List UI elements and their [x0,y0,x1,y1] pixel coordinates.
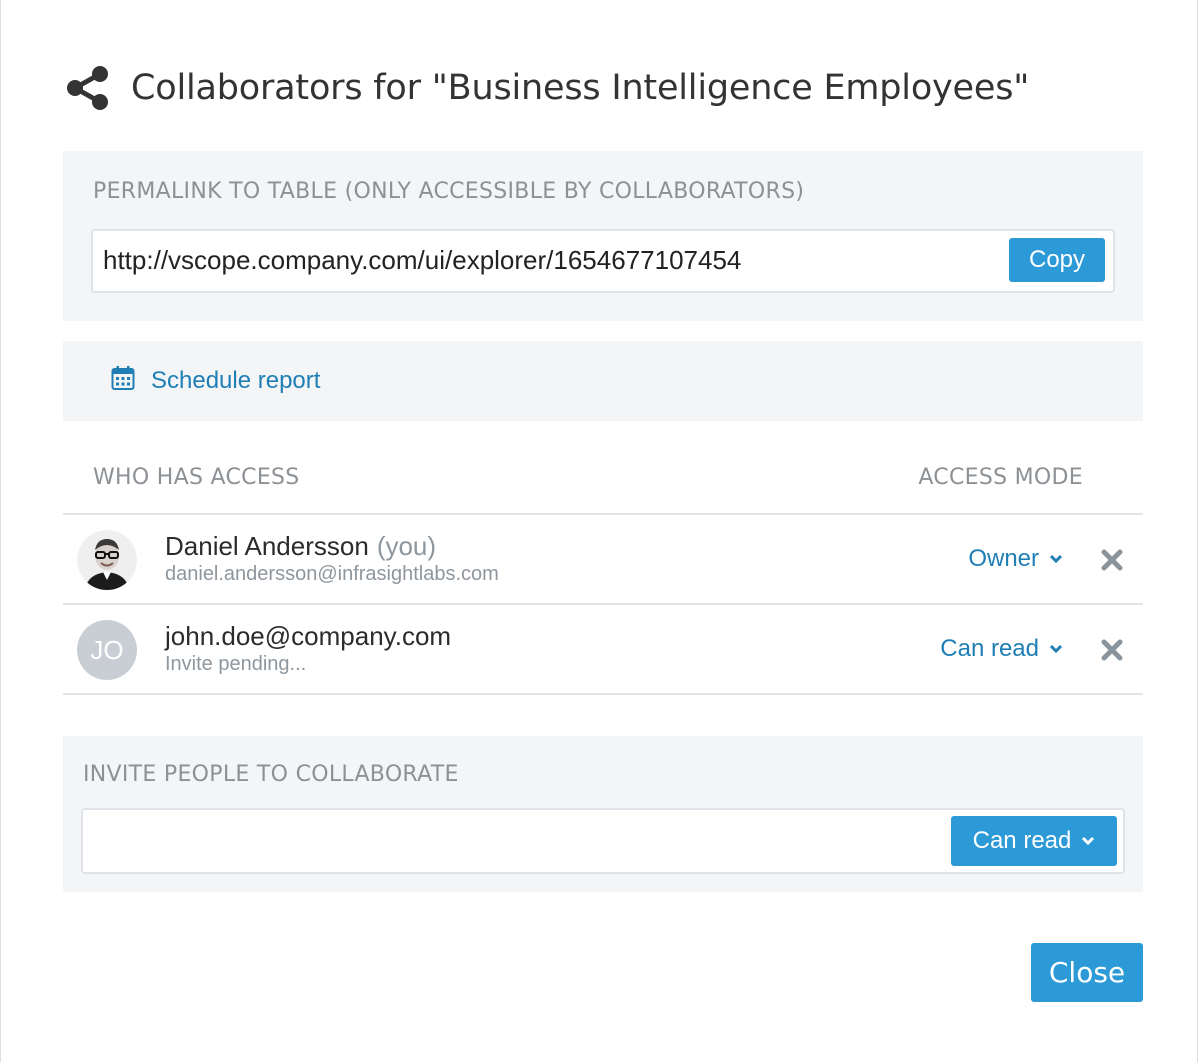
remove-collaborator-button[interactable] [1101,549,1123,571]
chevron-down-icon [1049,644,1063,654]
you-tag: (you) [376,531,437,561]
calendar-icon [111,365,135,396]
close-icon [1101,549,1123,571]
collaborator-row: Daniel Andersson (you) daniel.andersson@i… [63,515,1143,605]
avatar [77,530,137,590]
invite-status: Invite pending... [165,653,307,675]
copy-button[interactable]: Copy [1009,238,1105,282]
access-mode-dropdown[interactable]: Owner [968,545,1063,573]
who-has-access-label: WHO HAS ACCESS [93,465,300,490]
invite-label: INVITE PEOPLE TO COLLABORATE [83,762,459,787]
access-mode-value: Owner [968,545,1039,572]
invite-access-mode-value: Can read [972,827,1072,854]
schedule-report-label: Schedule report [151,366,321,394]
collaborator-name-text: john.doe@company.com [165,621,452,651]
avatar: JO [77,620,137,680]
invite-field: Can read [81,808,1125,874]
dialog-header: Collaborators for "Business Intelligence… [65,62,1029,114]
permalink-label: PERMALINK TO TABLE (ONLY ACCESSIBLE BY C… [93,179,805,204]
invite-panel: INVITE PEOPLE TO COLLABORATE Can read [63,736,1143,892]
close-icon [1101,639,1123,661]
collaborator-name: john.doe@company.com [165,621,451,652]
close-button[interactable]: Close [1031,943,1143,1002]
permalink-url[interactable]: http://vscope.company.com/ui/explorer/16… [103,245,741,276]
chevron-down-icon [1049,554,1063,564]
dialog-title: Collaborators for "Business Intelligence… [131,68,1030,108]
collaborator-email: daniel.andersson@infrasightlabs.com [165,563,499,585]
access-table-header: WHO HAS ACCESS ACCESS MODE [63,445,1143,515]
share-icon [65,65,111,111]
schedule-report-link[interactable]: Schedule report [111,365,320,396]
collaborators-dialog: Collaborators for "Business Intelligence… [0,0,1198,1062]
access-mode-label: ACCESS MODE [918,465,1083,490]
remove-collaborator-button[interactable] [1101,639,1123,661]
access-mode-value: Can read [940,635,1039,662]
access-mode-dropdown[interactable]: Can read [940,635,1063,663]
collaborator-row: JO john.doe@company.com Invite pending..… [63,605,1143,695]
permalink-field[interactable]: http://vscope.company.com/ui/explorer/16… [91,229,1115,293]
collaborator-name-text: Daniel Andersson [165,531,369,561]
schedule-panel: Schedule report [63,341,1143,421]
invite-input[interactable] [91,818,945,866]
invite-access-mode-dropdown[interactable]: Can read [951,816,1117,866]
permalink-panel: PERMALINK TO TABLE (ONLY ACCESSIBLE BY C… [63,151,1143,321]
collaborator-name: Daniel Andersson (you) [165,531,436,562]
chevron-down-icon [1081,836,1095,846]
